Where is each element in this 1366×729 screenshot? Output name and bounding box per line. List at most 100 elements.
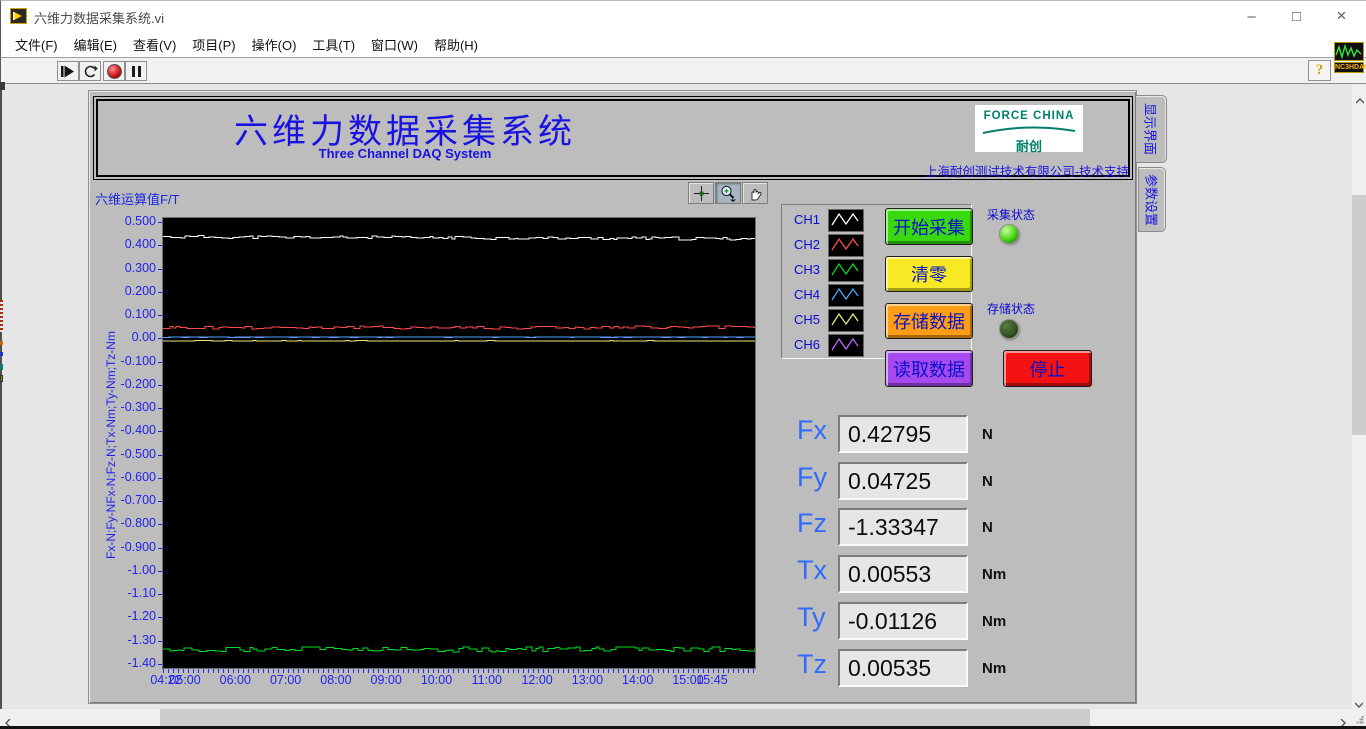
y-tick-label: -1.10 — [127, 586, 157, 601]
clipped-edge-object — [0, 341, 3, 345]
logo-subtext: 耐创 — [1015, 139, 1042, 154]
fy-unit: N — [982, 473, 993, 490]
y-tick-mark — [158, 501, 162, 503]
menu-operate[interactable]: 操作(O) — [244, 31, 305, 58]
y-tick-label: -0.600 — [120, 469, 156, 484]
menu-tools[interactable]: 工具(T) — [304, 31, 363, 58]
tab-parameters-page[interactable]: 参数设置 — [1138, 167, 1166, 232]
menu-bar: 文件(F) 编辑(E) 查看(V) 项目(P) 操作(O) 工具(T) 窗口(W… — [0, 32, 1366, 58]
x-tick-label: 09:00 — [370, 673, 402, 687]
fx-value: 0.42795 — [838, 415, 968, 453]
read-data-button[interactable]: 读取数据 — [885, 350, 973, 387]
y-tick-mark — [158, 338, 162, 340]
menu-view[interactable]: 查看(V) — [125, 31, 184, 58]
legend-label: CH2 — [794, 237, 821, 252]
force-china-logo: FORCE CHINA 耐创 — [975, 105, 1083, 154]
tz-unit: Nm — [982, 660, 1007, 677]
pause-button[interactable] — [125, 61, 147, 81]
y-tick-label: -0.100 — [120, 353, 156, 368]
abort-button[interactable] — [103, 61, 125, 81]
legend-swatch — [828, 209, 864, 232]
zoom-tool-button[interactable] — [715, 182, 741, 204]
tz-label: Tz — [797, 649, 827, 679]
vi-icon-label: NC3HDAQ — [1334, 62, 1366, 73]
y-tick-mark — [158, 222, 162, 223]
horizontal-scrollbar[interactable] — [0, 709, 1352, 728]
x-tick-label: 13:00 — [571, 673, 604, 687]
tx-unit: Nm — [982, 566, 1007, 583]
maximize-button[interactable]: □ — [1274, 0, 1319, 32]
tab-display-page[interactable]: 显示界面 — [1136, 95, 1167, 163]
close-button[interactable]: × — [1319, 0, 1364, 32]
y-tick-mark — [158, 454, 162, 456]
run-continuous-icon — [84, 65, 98, 78]
y-tick-label: -0.800 — [120, 516, 156, 531]
menu-project[interactable]: 项目(P) — [184, 31, 243, 58]
y-tick-label: 0.400 — [124, 237, 156, 252]
logo-text: FORCE CHINA — [983, 110, 1075, 122]
y-tick-label: -1.20 — [127, 609, 157, 624]
pan-tool-button[interactable] — [742, 182, 768, 204]
y-tick-label: 0.00 — [131, 330, 156, 345]
y-tick-mark — [158, 268, 162, 270]
tab-parameters-label: 参数设置 — [1143, 173, 1159, 226]
x-tick-label: 08:00 — [320, 673, 352, 687]
start-acquisition-button[interactable]: 开始采集 — [885, 208, 973, 245]
chart-plot-area[interactable] — [162, 217, 756, 669]
run-continuous-button[interactable] — [79, 61, 101, 81]
maximize-icon: □ — [1291, 7, 1302, 25]
y-tick-mark — [158, 315, 162, 317]
window-title: 六维力数据采集系统.vi — [34, 11, 165, 26]
legend-swatch — [828, 259, 864, 282]
app-subtitle: Three Channel DAQ System — [318, 146, 492, 161]
help-button[interactable]: ? — [1308, 60, 1331, 81]
y-tick-label: -0.900 — [120, 539, 156, 554]
support-text: 上海耐创测试技术有限公司-技术支持 — [924, 165, 1129, 179]
menu-edit[interactable]: 编辑(E) — [66, 31, 125, 58]
tab-display-label: 显示界面 — [1142, 102, 1158, 156]
y-tick-mark — [158, 477, 162, 479]
run-button[interactable] — [57, 61, 79, 81]
title-bar — [0, 0, 1366, 32]
horizontal-scroll-thumb[interactable] — [160, 709, 1090, 726]
vertical-scroll-thumb[interactable] — [1352, 195, 1366, 435]
minimize-button[interactable]: – — [1229, 0, 1274, 32]
cursor-tool-button[interactable] — [688, 182, 714, 204]
zero-button[interactable]: 清零 — [885, 256, 973, 292]
y-tick-mark — [158, 664, 162, 665]
save-data-button[interactable]: 存储数据 — [885, 303, 973, 339]
tx-value: 0.00553 — [838, 555, 968, 593]
stop-button[interactable]: 停止 — [1003, 350, 1092, 387]
acquisition-status-led — [999, 224, 1019, 244]
y-tick-label: -1.40 — [127, 656, 157, 670]
fx-label: Fx — [797, 415, 827, 445]
clipped-edge-objects — [0, 300, 3, 332]
menu-window[interactable]: 窗口(W) — [363, 31, 426, 58]
hand-icon — [751, 188, 762, 200]
x-tick-label: 06:00 — [219, 673, 251, 687]
y-tick-label: -0.500 — [120, 446, 156, 461]
legend-swatch — [828, 334, 864, 357]
menu-help[interactable]: 帮助(H) — [426, 31, 486, 58]
legend-label: CH5 — [794, 312, 821, 327]
resize-grip[interactable] — [1356, 716, 1364, 724]
pause-icon-bar2 — [137, 65, 141, 77]
y-tick-mark — [158, 291, 162, 293]
minimize-icon: – — [1247, 7, 1256, 25]
zero-label: 清零 — [911, 265, 947, 285]
y-tick-mark — [158, 547, 162, 549]
legend-label: CH3 — [794, 262, 821, 277]
trace-ch2 — [163, 325, 756, 330]
y-tick-label: -1.30 — [127, 632, 157, 647]
fy-value: 0.04725 — [838, 462, 968, 500]
ty-unit: Nm — [982, 613, 1007, 630]
logo-swoosh — [982, 126, 1076, 134]
x-tick-label: 05:00 — [169, 673, 201, 687]
y-tick-label: 0.300 — [124, 260, 156, 275]
y-tick-mark — [158, 570, 162, 572]
legend-swatch — [828, 284, 864, 307]
menu-file[interactable]: 文件(F) — [7, 31, 66, 58]
clipped-edge-object — [0, 352, 3, 356]
vertical-scrollbar[interactable] — [1352, 85, 1366, 709]
vi-waveform-icon — [1334, 42, 1364, 61]
